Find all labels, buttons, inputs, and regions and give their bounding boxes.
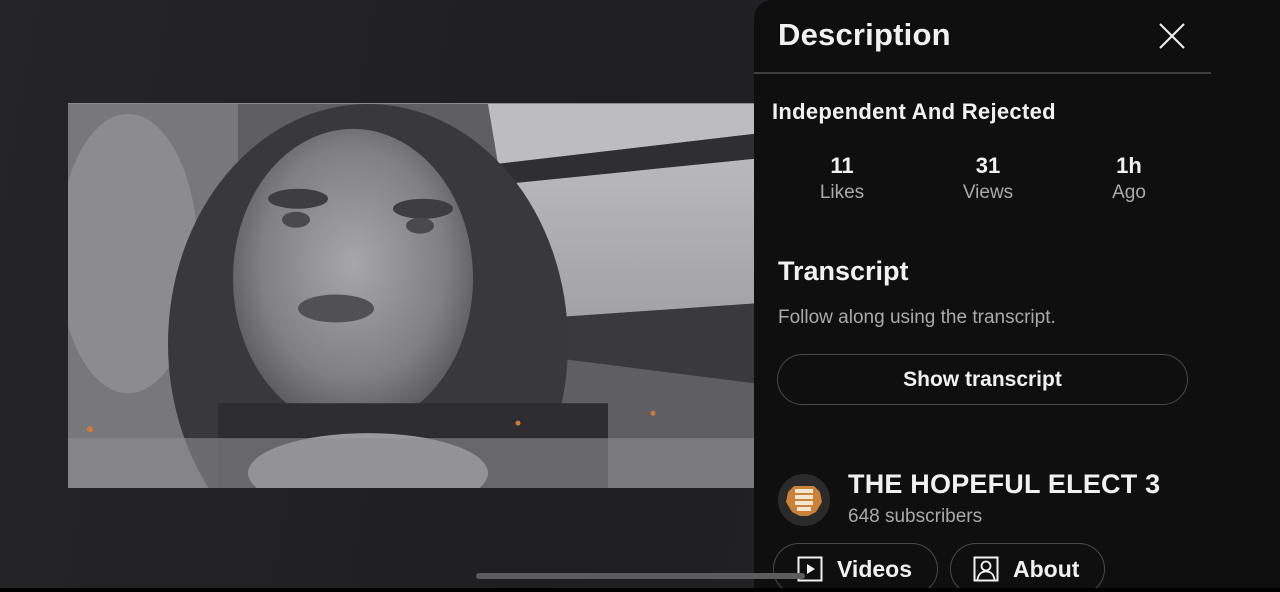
close-icon xyxy=(1159,23,1185,49)
close-button[interactable] xyxy=(1156,20,1188,52)
subscriber-count: 648 subscribers xyxy=(848,506,983,527)
views-label: Views xyxy=(962,182,1014,203)
about-label: About xyxy=(1013,555,1080,582)
videos-label: Videos xyxy=(837,555,912,582)
video-stats: 11 Likes 31 Views 1h Ago xyxy=(754,152,1280,212)
home-indicator[interactable] xyxy=(476,573,805,579)
panel-title: Description xyxy=(778,17,951,52)
channel-logo-icon xyxy=(778,474,830,526)
stat-age: 1h Ago xyxy=(1069,152,1189,206)
channel-name[interactable]: THE HOPEFUL ELECT 3 xyxy=(848,469,1160,500)
transcript-heading: Transcript xyxy=(778,256,909,286)
age-label: Ago xyxy=(1112,182,1146,203)
video-player[interactable] xyxy=(68,103,754,488)
age-value: 1h xyxy=(1116,153,1142,178)
likes-label: Likes xyxy=(819,182,865,203)
show-transcript-button[interactable]: Show transcript xyxy=(777,354,1188,405)
videos-button[interactable]: Videos xyxy=(773,543,938,588)
person-square-icon xyxy=(973,556,999,582)
channel-avatar[interactable] xyxy=(778,474,830,526)
bottom-strip xyxy=(0,588,1280,592)
stat-views: 31 Views xyxy=(928,152,1048,206)
video-frame-image xyxy=(68,104,754,488)
about-button[interactable]: About xyxy=(950,543,1105,588)
header-divider xyxy=(754,72,1211,74)
views-count: 31 xyxy=(975,153,1001,178)
video-title: Independent And Rejected xyxy=(772,99,1056,124)
transcript-subtitle: Follow along using the transcript. xyxy=(778,307,1056,328)
description-panel: Description Independent And Rejected 11 … xyxy=(754,0,1280,588)
stat-likes: 11 Likes xyxy=(782,152,902,206)
likes-count: 11 xyxy=(830,153,854,178)
